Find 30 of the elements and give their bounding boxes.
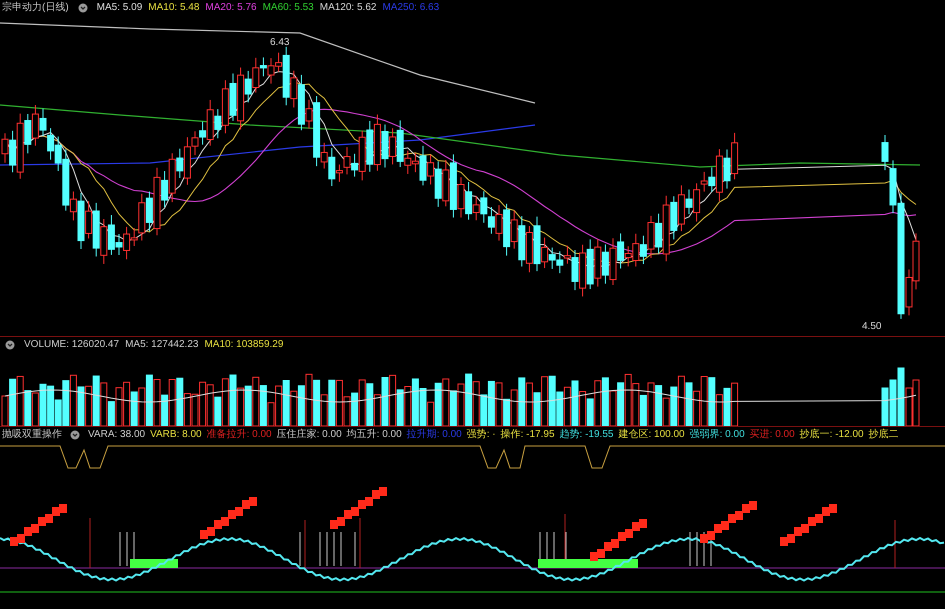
low-price-label: 4.50	[862, 321, 882, 332]
indicator-value: 均五升: 0.00	[346, 428, 402, 442]
indicator-value: 抄底一: -12.00	[800, 428, 864, 442]
high-price-label: 6.43	[270, 37, 290, 48]
indicator-value: MA20: 5.76	[205, 1, 257, 15]
indicator-value: MA120: 5.62	[320, 1, 376, 15]
indicator-value: MA5: 127442.23	[125, 338, 198, 352]
indicator-value: 买进: 0.00	[750, 428, 795, 442]
indicator-value: 准备拉升: 0.00	[206, 428, 272, 442]
indicator-value: 抄底二	[868, 428, 899, 442]
indicator-value: 强势: ·	[466, 428, 496, 442]
circle-icon[interactable]	[5, 340, 15, 350]
indicator-value: 建仓区: 100.00	[618, 428, 685, 442]
indicator-value: MA5: 5.09	[96, 1, 142, 15]
indicator-value: MA60: 5.53	[262, 1, 314, 15]
panel-title: 宗申动力(日线)	[2, 0, 69, 15]
indicator-value: 操作: -17.95	[500, 428, 555, 442]
indicator-value: 强弱界: 0.00	[690, 428, 745, 442]
indicator-value: 拉升期: 0.00	[406, 428, 462, 442]
indicator-value: VOLUME: 126020.47	[24, 338, 120, 352]
circle-icon[interactable]	[70, 430, 80, 440]
circle-icon[interactable]	[78, 2, 88, 12]
indicator-value: MA10: 103859.29	[204, 338, 284, 352]
panel-title: 抛吸双重操作	[2, 428, 62, 442]
indicator-value: VARB: 8.00	[150, 428, 202, 442]
indicator-value: MA10: 5.48	[148, 1, 200, 15]
indicator-value: 压住庄家: 0.00	[276, 428, 342, 442]
indicator-value: VARA: 38.00	[88, 428, 146, 442]
indicator-value: MA250: 6.63	[382, 1, 440, 15]
indicator-value: 趋势: -19.55	[560, 428, 614, 442]
